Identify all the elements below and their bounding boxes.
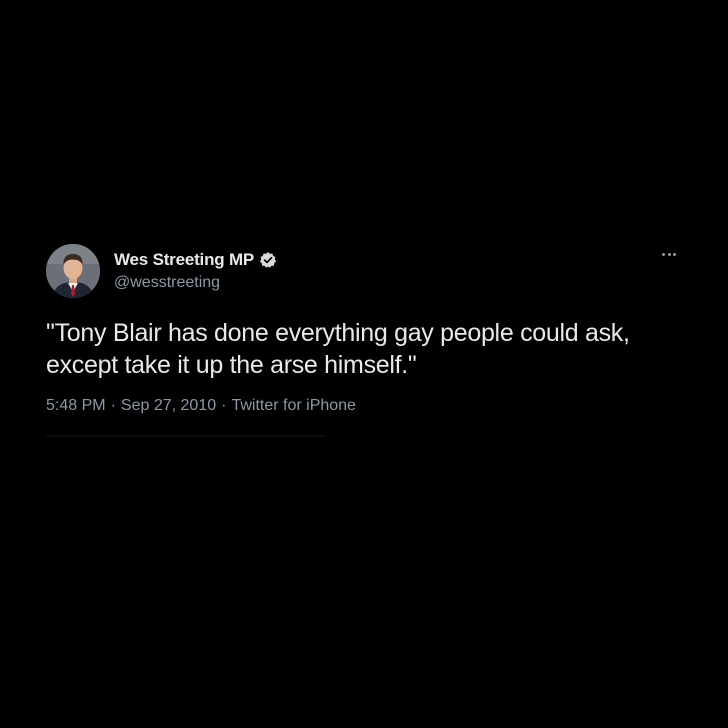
- tweet-time[interactable]: 5:48 PM: [46, 397, 106, 415]
- tweet-header: Wes Streeting MP @wesstreeting: [46, 243, 686, 299]
- meta-separator: ·: [110, 397, 116, 414]
- display-name[interactable]: Wes Streeting MP: [114, 250, 254, 270]
- verified-badge-icon: [259, 251, 277, 269]
- tweet-source[interactable]: Twitter for iPhone: [231, 397, 356, 415]
- tweet-text-line-2: except take it up the arse himself.": [46, 351, 417, 379]
- tweet-date[interactable]: Sep 27, 2010: [121, 397, 216, 415]
- more-options-icon[interactable]: [658, 249, 680, 260]
- avatar-image: [46, 244, 100, 298]
- tweet-meta: 5:48 PM · Sep 27, 2010 · Twitter for iPh…: [46, 397, 686, 415]
- author-handle[interactable]: @wesstreeting: [114, 274, 277, 292]
- name-row: Wes Streeting MP: [114, 250, 277, 270]
- screen: Wes Streeting MP @wesstreeting "Tony Bla…: [0, 0, 728, 728]
- tweet-card: Wes Streeting MP @wesstreeting "Tony Bla…: [46, 243, 686, 437]
- tweet-text: "Tony Blair has done everything gay peop…: [46, 317, 686, 381]
- author-identity: Wes Streeting MP @wesstreeting: [114, 250, 277, 292]
- avatar[interactable]: [46, 244, 100, 298]
- tweet-text-line-1: "Tony Blair has done everything gay peop…: [46, 319, 630, 347]
- meta-separator: ·: [221, 397, 227, 414]
- divider: [46, 435, 326, 437]
